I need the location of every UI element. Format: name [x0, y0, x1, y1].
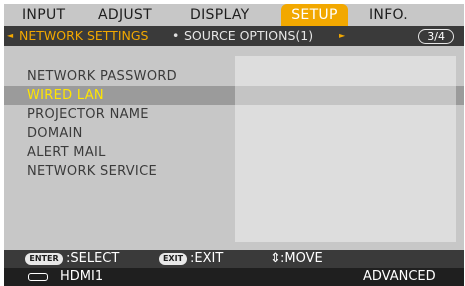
input-source-label: HDMI1 — [60, 269, 104, 284]
menu-item-network-password[interactable]: NETWORK PASSWORD — [4, 67, 464, 86]
menu-item-projector-name[interactable]: PROJECTOR NAME — [4, 105, 464, 124]
menu-content: NETWORK PASSWORD WIRED LAN PROJECTOR NAM… — [4, 46, 464, 242]
menu-item-label: NETWORK PASSWORD — [27, 69, 177, 84]
hdmi-connector-icon — [28, 273, 48, 281]
projector-osd-menu: INPUT ADJUST DISPLAY SETUP INFO. ◄ NETWO… — [4, 4, 464, 286]
main-tab-bar: INPUT ADJUST DISPLAY SETUP INFO. — [4, 4, 464, 26]
subtab-separator: • — [172, 28, 180, 43]
menu-item-label: NETWORK SERVICE — [27, 164, 157, 179]
subtab-source-options[interactable]: SOURCE OPTIONS(1) — [184, 26, 313, 46]
help-exit-text: :EXIT — [190, 251, 224, 266]
help-select-text: :SELECT — [66, 251, 120, 266]
menu-item-label: ALERT MAIL — [27, 145, 106, 160]
menu-item-network-service[interactable]: NETWORK SERVICE — [4, 162, 464, 181]
page-indicator: 3/4 — [418, 29, 454, 44]
menu-item-wired-lan[interactable]: WIRED LAN — [4, 86, 464, 105]
menu-item-domain[interactable]: DOMAIN — [4, 124, 464, 143]
status-bar: HDMI1 ADVANCED — [4, 268, 464, 286]
menu-item-alert-mail[interactable]: ALERT MAIL — [4, 143, 464, 162]
left-arrow-icon[interactable]: ◄ — [7, 26, 13, 46]
menu-item-label: PROJECTOR NAME — [27, 107, 149, 122]
help-bar: ENTER :SELECT EXIT :EXIT ⇕ :MOVE — [4, 250, 464, 268]
tab-info[interactable]: INFO. — [369, 4, 408, 26]
exit-key-icon: EXIT — [159, 253, 187, 265]
tab-input[interactable]: INPUT — [22, 4, 65, 26]
selection-band — [235, 86, 456, 105]
tab-display[interactable]: DISPLAY — [190, 4, 250, 26]
tab-adjust[interactable]: ADJUST — [98, 4, 152, 26]
menu-item-label: DOMAIN — [27, 126, 83, 141]
subtab-network-settings[interactable]: NETWORK SETTINGS — [19, 26, 148, 46]
sub-navigation-bar: ◄ NETWORK SETTINGS • SOURCE OPTIONS(1) ►… — [4, 26, 464, 46]
menu-mode-label: ADVANCED — [363, 269, 436, 284]
enter-key-icon: ENTER — [25, 253, 63, 265]
right-arrow-icon[interactable]: ► — [339, 26, 345, 46]
tab-setup[interactable]: SETUP — [281, 4, 348, 26]
help-move-text: :MOVE — [280, 251, 323, 266]
menu-item-label: WIRED LAN — [27, 88, 104, 103]
